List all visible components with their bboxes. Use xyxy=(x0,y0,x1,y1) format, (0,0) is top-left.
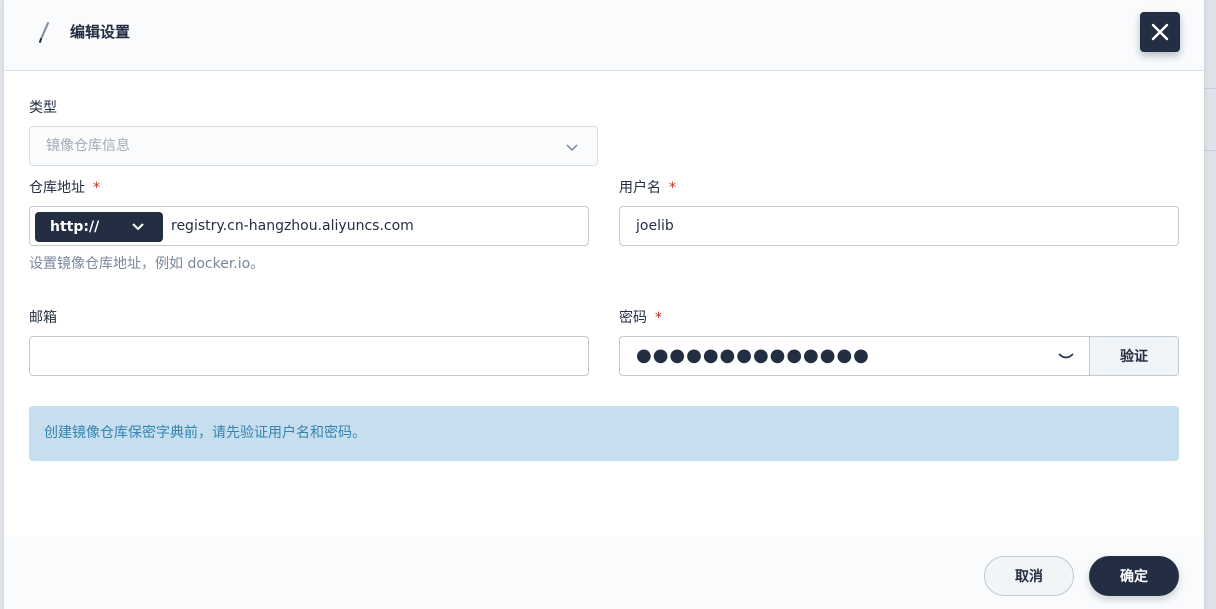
cancel-button[interactable]: 取消 xyxy=(984,556,1074,596)
registry-input[interactable]: http:// registry.cn-hangzhou.aliyuncs.co… xyxy=(29,206,589,246)
confirm-button[interactable]: 确定 xyxy=(1089,556,1179,596)
email-input[interactable] xyxy=(29,336,589,376)
registry-label-text: 仓库地址 xyxy=(29,180,85,196)
registry-hint: 设置镜像仓库地址，例如 docker.io。 xyxy=(29,256,265,272)
eye-closed-icon[interactable] xyxy=(1056,348,1076,364)
pencil-icon xyxy=(39,22,49,43)
registry-input-value: registry.cn-hangzhou.aliyuncs.com xyxy=(171,218,414,234)
type-label: 类型 xyxy=(29,100,57,116)
chevron-down-icon xyxy=(132,223,144,231)
username-input[interactable]: joelib xyxy=(619,206,1179,246)
password-input[interactable]: ●●●●●●●●●●●●●● xyxy=(619,336,1090,376)
type-select-value: 镜像仓库信息 xyxy=(46,138,130,154)
protocol-value: http:// xyxy=(50,219,100,235)
username-label-text: 用户名 xyxy=(619,180,661,196)
registry-label: 仓库地址 * xyxy=(29,178,100,198)
chevron-down-icon xyxy=(566,144,578,152)
close-button[interactable] xyxy=(1140,12,1180,52)
username-input-value: joelib xyxy=(636,218,674,234)
type-select[interactable]: 镜像仓库信息 xyxy=(29,126,598,166)
modal-header: 编辑设置 xyxy=(4,0,1204,71)
info-alert: 创建镜像仓库保密字典前，请先验证用户名和密码。 xyxy=(29,406,1179,461)
close-icon xyxy=(1151,23,1169,41)
modal-title: 编辑设置 xyxy=(70,23,131,41)
protocol-select[interactable]: http:// xyxy=(35,212,163,242)
required-mark: * xyxy=(93,180,100,196)
edit-settings-modal: 编辑设置 类型 镜像仓库信息 仓库地址 * http:// registry.cn… xyxy=(4,0,1204,609)
backdrop xyxy=(1204,0,1216,609)
required-mark: * xyxy=(669,180,676,196)
password-label-text: 密码 xyxy=(619,310,647,326)
verify-button[interactable]: 验证 xyxy=(1089,336,1179,376)
info-alert-text: 创建镜像仓库保密字典前，请先验证用户名和密码。 xyxy=(44,425,366,441)
email-label: 邮箱 xyxy=(29,310,57,326)
required-mark: * xyxy=(655,310,662,326)
modal-footer: 取消 确定 xyxy=(4,536,1204,609)
password-label: 密码 * xyxy=(619,308,662,328)
username-label: 用户名 * xyxy=(619,178,676,198)
password-masked-value: ●●●●●●●●●●●●●● xyxy=(636,345,870,366)
